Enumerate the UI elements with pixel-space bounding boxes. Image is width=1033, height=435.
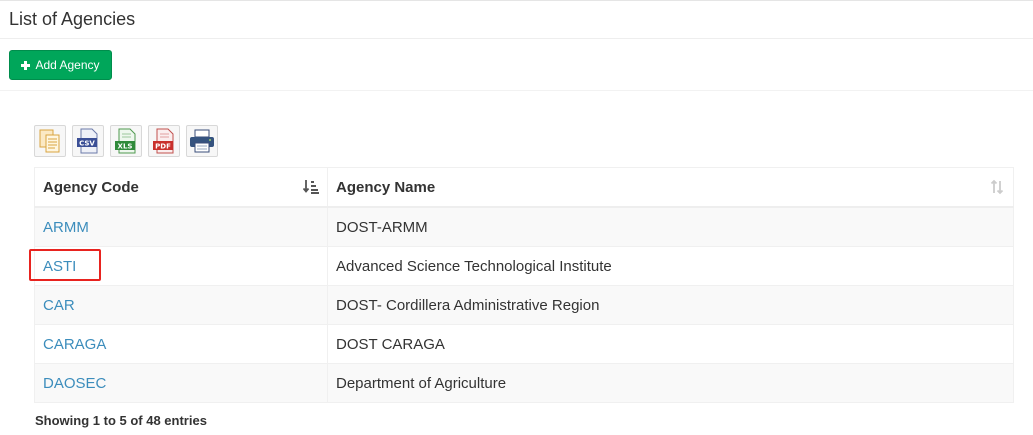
- xls-icon-label: XLS: [118, 143, 133, 151]
- page-header: List of Agencies: [0, 0, 1033, 39]
- section-divider: [0, 90, 1033, 91]
- agency-code-cell: CARAGA: [34, 324, 328, 364]
- csv-icon-label: CSV: [79, 140, 95, 148]
- column-header-label: Agency Name: [336, 178, 436, 196]
- agency-name-cell: DOST CARAGA: [327, 324, 1014, 364]
- csv-button[interactable]: CSV: [72, 125, 104, 157]
- print-button[interactable]: [186, 125, 218, 157]
- add-agency-label: Add Agency: [35, 58, 100, 72]
- csv-icon: CSV: [77, 128, 98, 154]
- print-icon: [190, 129, 214, 153]
- table-row: DAOSEC Department of Agriculture: [34, 363, 1014, 403]
- agency-code-link[interactable]: DAOSEC: [43, 375, 106, 392]
- table-header-row: Agency Code Agency Name: [34, 167, 1014, 208]
- agency-name-cell: DOST-ARMM: [327, 206, 1014, 247]
- agency-code-link[interactable]: CARAGA: [43, 336, 106, 353]
- copy-button[interactable]: [34, 125, 66, 157]
- table-row: CAR DOST- Cordillera Administrative Regi…: [34, 285, 1014, 325]
- table-row: ASTI Advanced Science Technological Inst…: [34, 246, 1014, 286]
- pdf-button[interactable]: PDF: [148, 125, 180, 157]
- export-toolbar: CSV XLS PDF: [34, 125, 218, 157]
- column-header-agency-code[interactable]: Agency Code: [34, 167, 328, 208]
- agency-code-cell: DAOSEC: [34, 363, 328, 403]
- agency-code-link[interactable]: CAR: [43, 297, 75, 314]
- xls-button[interactable]: XLS: [110, 125, 142, 157]
- table-row: ARMM DOST-ARMM: [34, 206, 1014, 247]
- agency-table: Agency Code Agency Name ARMM DOST-ARMM A…: [34, 167, 1014, 403]
- agency-name-cell: Advanced Science Technological Institute: [327, 246, 1014, 286]
- agency-code-link[interactable]: ARMM: [43, 219, 89, 236]
- column-header-label: Agency Code: [43, 178, 139, 196]
- pdf-icon: PDF: [153, 128, 174, 154]
- agency-code-cell: ASTI: [34, 246, 328, 286]
- copy-icon: [39, 129, 60, 153]
- agency-name-cell: DOST- Cordillera Administrative Region: [327, 285, 1014, 325]
- page-title: List of Agencies: [9, 9, 136, 29]
- table-row: CARAGA DOST CARAGA: [34, 324, 1014, 364]
- agency-code-link[interactable]: ASTI: [43, 258, 76, 275]
- add-agency-button[interactable]: Add Agency: [9, 50, 112, 80]
- agency-code-cell: CAR: [34, 285, 328, 325]
- sort-descending-icon: [303, 180, 319, 194]
- agency-list-page: List of Agencies Add Agency CSV XLS PDF …: [0, 0, 1033, 435]
- agency-name-cell: Department of Agriculture: [327, 363, 1014, 403]
- table-info: Showing 1 to 5 of 48 entries: [35, 413, 207, 428]
- plus-icon: [21, 60, 31, 70]
- xls-icon: XLS: [115, 128, 136, 154]
- pdf-icon-label: PDF: [155, 143, 171, 151]
- sort-both-icon: [990, 179, 1004, 195]
- agency-code-cell: ARMM: [34, 206, 328, 247]
- column-header-agency-name[interactable]: Agency Name: [327, 167, 1014, 208]
